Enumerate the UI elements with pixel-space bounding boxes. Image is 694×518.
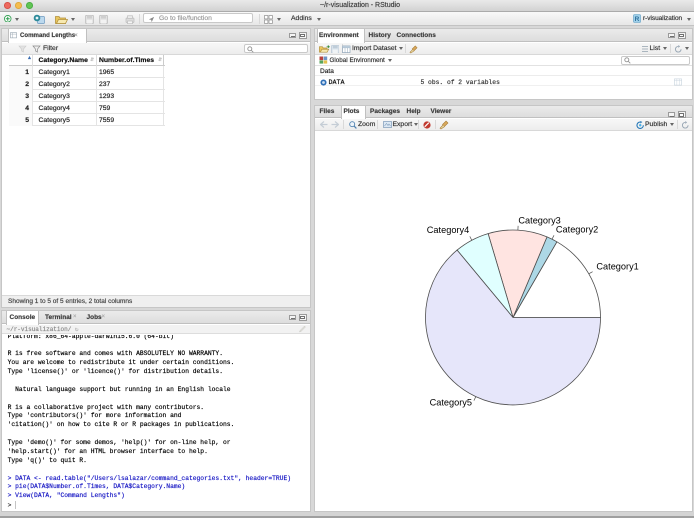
svg-text:Category2: Category2 bbox=[556, 224, 598, 234]
svg-text:R: R bbox=[635, 16, 640, 23]
svg-text:Category1: Category1 bbox=[596, 262, 638, 272]
svg-text:Category5: Category5 bbox=[430, 397, 472, 407]
svg-text:Category4: Category4 bbox=[427, 225, 469, 235]
svg-text:Category3: Category3 bbox=[518, 215, 560, 225]
